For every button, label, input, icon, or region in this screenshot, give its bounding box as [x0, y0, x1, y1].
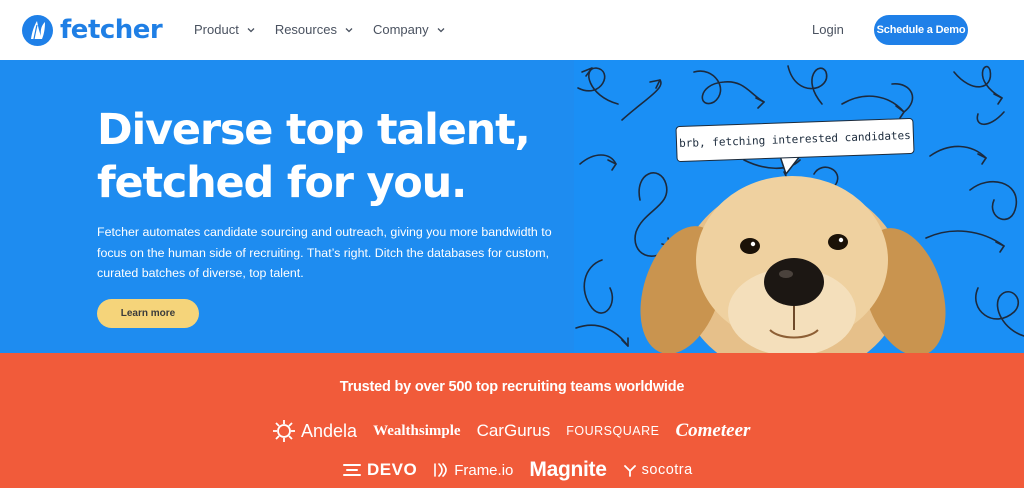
chevron-down-icon [247, 28, 255, 33]
menu-item-label: Product [194, 22, 239, 37]
hero-section: Diverse top talent, fetched for you. Fet… [0, 60, 574, 353]
brand-name: socotra [641, 462, 693, 478]
devo-logo: DEVO [342, 460, 417, 480]
hero-headline-line2: fetched for you. [97, 158, 467, 208]
menu-item-company[interactable]: Company [373, 22, 446, 38]
trusted-by-title: Trusted by over 500 top recruiting teams… [339, 379, 685, 395]
brand-name: Wealthsimple [373, 422, 461, 439]
trusted-by-section: Trusted by over 500 top recruiting teams… [0, 353, 1024, 488]
socotra-icon [623, 465, 636, 477]
andela-icon [273, 420, 295, 442]
brand-name: DEVO [367, 460, 418, 479]
client-logos-row-1: Andela Wealthsimple CarGurus FOURSQUARE … [272, 419, 766, 443]
frame-io-logo: Frame.io [433, 462, 513, 479]
hero-illustration [575, 65, 1024, 353]
frame-io-icon [434, 463, 447, 477]
brand-name: Magnite [529, 458, 607, 481]
cargurus-logo: CarGurus [477, 421, 551, 441]
login-link[interactable]: Login [812, 22, 844, 38]
menu-item-label: Company [372, 22, 429, 37]
magnite-logo: Magnite [529, 458, 607, 482]
brand-name: Frame.io [454, 461, 514, 479]
hero-subtext: Fetcher automates candidate sourcing and… [97, 225, 552, 280]
devo-icon [343, 464, 361, 476]
brand-name: Andela [301, 420, 358, 441]
client-logos-row-2: DEVO Frame.io Magnite socotra [342, 458, 709, 482]
hero-dog-image: brb, fetching interested candidates [574, 60, 1024, 353]
main-menu: Product Resources Company [194, 22, 465, 38]
andela-logo: Andela [272, 419, 357, 443]
brand-name: FOURSQUARE [566, 424, 660, 438]
top-nav: fetcher Product Resources Company Login … [0, 0, 1024, 60]
logo-wordmark: fetcher [60, 15, 163, 45]
foursquare-logo: FOURSQUARE [566, 424, 659, 438]
menu-item-resources[interactable]: Resources [275, 22, 354, 38]
menu-item-product[interactable]: Product [194, 22, 256, 38]
fetcher-logo-icon [22, 15, 53, 46]
learn-more-button[interactable]: Learn more [97, 299, 199, 328]
socotra-logo: socotra [623, 462, 693, 478]
wealthsimple-logo: Wealthsimple [373, 423, 461, 440]
chevron-down-icon [345, 28, 353, 33]
brand-name: CarGurus [476, 421, 551, 440]
brand-name: Cometeer [675, 420, 751, 441]
hero-headline: Diverse top talent, fetched for you. [97, 104, 567, 210]
chevron-down-icon [437, 28, 445, 33]
fetcher-logo[interactable]: fetcher [22, 15, 163, 46]
cometeer-logo: Cometeer [675, 420, 750, 442]
hero-headline-line1: Diverse top talent, [97, 105, 531, 155]
menu-item-label: Resources [274, 22, 337, 37]
schedule-demo-button[interactable]: Schedule a Demo [874, 15, 968, 45]
